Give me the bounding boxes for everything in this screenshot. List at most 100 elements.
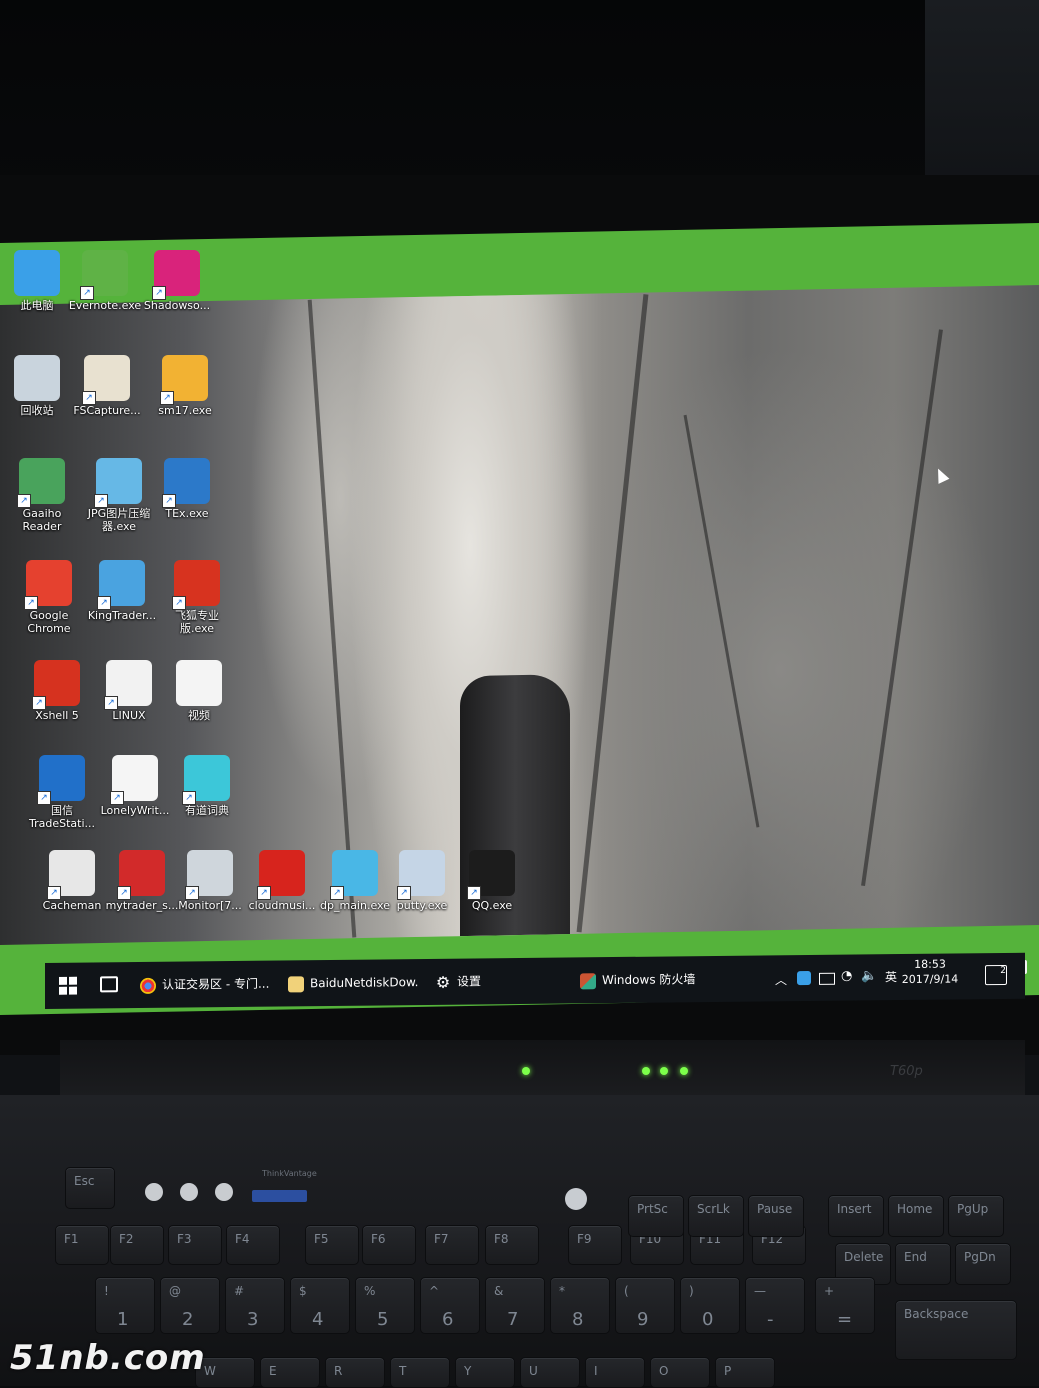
cloudmusic-icon: ↗ [257,850,305,900]
desktop-icon[interactable]: ↗ Google Chrome [12,560,86,635]
battery-icon[interactable] [819,972,835,985]
keyboard-key[interactable]: Esc [65,1167,115,1209]
keyboard-key[interactable]: F1 [55,1225,109,1265]
desktop-icon[interactable]: ↗ sm17.exe [148,355,222,417]
desktop-icon[interactable]: ↗ 国信 TradeStati... [25,755,99,830]
desktop-icon[interactable]: ↗ cloudmusi... [245,850,319,912]
cacheman-icon: ↗ [47,850,95,900]
desktop-icon[interactable]: ↗ 飞狐专业版.exe [160,560,234,635]
volume-icon[interactable]: 🔈 [861,968,877,983]
desktop-icon[interactable]: 回收站 [0,355,74,417]
desktop-icon[interactable]: ↗ Monitor[7... [173,850,247,912]
desktop-icon[interactable]: ↗ LonelyWrit... [98,755,172,817]
keyboard-key[interactable]: End [895,1243,951,1285]
keyboard-key[interactable]: P [715,1357,775,1388]
key-label: F1 [64,1232,79,1246]
keyboard-key[interactable]: O [650,1357,710,1388]
desktop-icon[interactable]: ↗ Cacheman [35,850,109,912]
taskbar-item-chrome[interactable]: 认证交易区 - 专门... [140,969,275,1001]
keyboard-key[interactable]: F7 [425,1225,479,1265]
desktop-icon[interactable]: 此电脑 [0,250,74,312]
desktop-icon[interactable]: ↗ QQ.exe [455,850,529,912]
xshell-icon: ↗ [32,660,80,710]
model-label: T60p [890,1064,923,1079]
desktop-icon[interactable]: ↗ Xshell 5 [20,660,94,722]
key-label: * [559,1284,565,1298]
keyboard-key[interactable]: PrtSc [628,1195,684,1237]
taskbar-clock[interactable]: 18:53 2017/9/14 [895,956,965,987]
keyboard-key[interactable]: F4 [226,1225,280,1265]
keyboard-key[interactable]: — [745,1277,805,1334]
chrome-icon [140,977,156,994]
key-label: + [824,1284,835,1298]
desktop-icon[interactable]: ↗ KingTrader... [85,560,159,622]
keyboard-key[interactable]: PgDn [955,1243,1011,1285]
desktop-icon-label: Gaaiho Reader [22,507,62,533]
key-label: Esc [74,1174,95,1188]
desktop-icon[interactable]: ↗ FSCapture... [70,355,144,417]
desktop-icon[interactable]: ↗ Gaaiho Reader [5,458,79,533]
desktop-icon-label: 飞狐专业版.exe [175,609,219,635]
keyboard-key[interactable]: ScrLk [688,1195,744,1237]
key-label: Insert [837,1202,872,1216]
status-led [660,1067,668,1075]
desktop-icon[interactable]: ↗ TEx.exe [150,458,224,520]
status-led [680,1067,688,1075]
keyboard-key[interactable]: F2 [110,1225,164,1265]
taskbar-item-label: 设置 [457,974,482,989]
desktop-icon[interactable]: ↗ JPG图片压缩器.exe [82,458,156,533]
action-center-button[interactable]: 2 [985,964,1007,986]
keyboard-key[interactable]: F9 [568,1225,622,1265]
task-view-icon[interactable] [100,976,118,993]
tray-expand-chevron-icon[interactable]: ︿ [775,971,787,988]
clock-date: 2017/9/14 [901,972,959,987]
shortcut-arrow-icon: ↗ [17,494,31,508]
shortcut-arrow-icon: ↗ [172,596,186,610]
keyboard-key[interactable]: I [585,1357,645,1388]
desktop-icon[interactable]: ↗ Shadowso... [140,250,214,312]
keyboard-key[interactable]: F8 [485,1225,539,1265]
keyboard-key[interactable]: F6 [362,1225,416,1265]
keyboard-key[interactable]: Y [455,1357,515,1388]
keyboard-key[interactable]: T [390,1357,450,1388]
keyboard-key[interactable]: Backspace [895,1300,1017,1360]
shortcut-arrow-icon: ↗ [257,886,271,900]
key-label: @ [169,1284,181,1298]
key-label: I [594,1364,598,1378]
keyboard-key[interactable]: U [520,1357,580,1388]
key-label: Backspace [904,1307,969,1321]
keyboard-key[interactable]: Pause [748,1195,804,1237]
tex-icon: ↗ [162,458,210,508]
shortcut-arrow-icon: ↗ [24,596,38,610]
desktop-icon[interactable]: ↗ putty.exe [385,850,459,912]
keyboard-key[interactable]: Home [888,1195,944,1237]
keyboard-key[interactable]: F5 [305,1225,359,1265]
active-indicator [140,998,275,1001]
tray-app-icon[interactable] [797,970,811,986]
keyboard-key[interactable]: E [260,1357,320,1388]
keyboard-key[interactable]: F3 [168,1225,222,1265]
key-label: E [269,1364,277,1378]
desktop-icon[interactable]: ↗ LINUX [92,660,166,722]
taskbar-item-firewall[interactable]: Windows 防火墙 [580,964,720,996]
shortcut-arrow-icon: ↗ [330,886,344,900]
desktop-icon[interactable]: ↗ Evernote.exe [68,250,142,312]
taskbar-item-settings[interactable]: ⚙ 设置 [435,966,570,997]
desktop-icon[interactable]: ↗ dp_main.exe [318,850,392,912]
desktop-icon[interactable]: 视频 [162,660,236,722]
wifi-icon[interactable]: ◔ [841,969,852,984]
shortcut-arrow-icon: ↗ [97,596,111,610]
active-indicator [288,997,418,999]
key-label: R [334,1364,343,1378]
key-digit-label: 1 [117,1309,129,1330]
desktop-icon[interactable]: ↗ mytrader_s... [105,850,179,912]
key-label: F5 [314,1232,329,1246]
taskbar-item-label: Windows 防火墙 [602,972,696,988]
desktop-icon[interactable]: ↗ 有道词典 [170,755,244,817]
key-label: $ [299,1284,307,1298]
keyboard-key[interactable]: PgUp [948,1195,1004,1237]
taskbar-item-folder[interactable]: BaiduNetdiskDow... [288,967,418,999]
keyboard-key[interactable]: R [325,1357,385,1388]
start-button[interactable] [59,976,77,995]
keyboard-key[interactable]: Insert [828,1195,884,1237]
